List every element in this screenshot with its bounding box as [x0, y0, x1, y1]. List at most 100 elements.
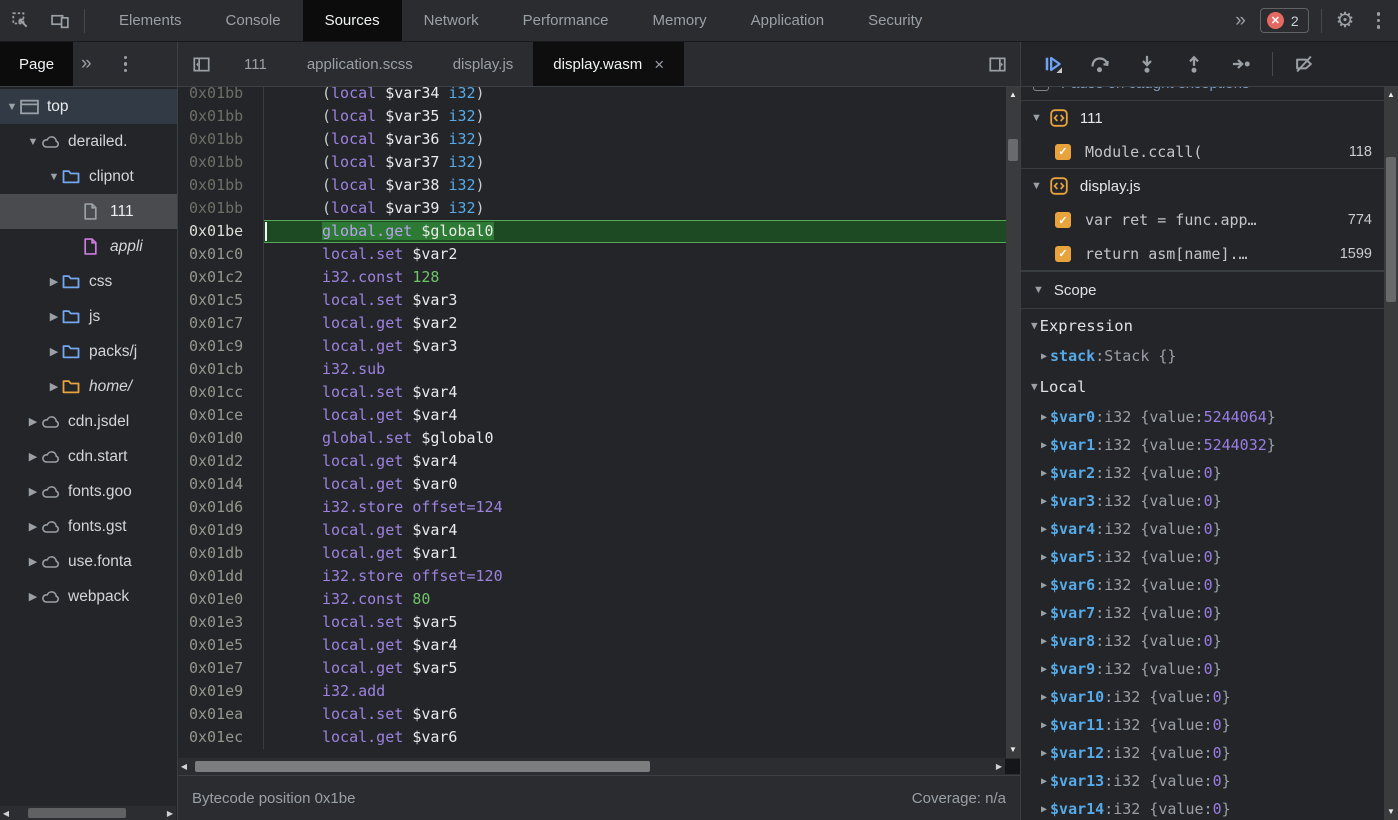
more-sidebar-tabs-icon[interactable]: »	[73, 53, 98, 75]
scope-variable-var11[interactable]: ▶$var11: i32 {value: 0}	[1021, 711, 1384, 739]
chevron-right-icon[interactable]: ▶	[1041, 608, 1047, 619]
scope-variable-var0[interactable]: ▶$var0: i32 {value: 5244064}	[1021, 403, 1384, 431]
chevron-down-icon[interactable]: ▼	[1031, 380, 1038, 393]
tree-item-css[interactable]: ▶css	[0, 264, 177, 299]
chevron-right-icon[interactable]: ▶	[1041, 720, 1047, 731]
hide-navigator-icon[interactable]	[178, 42, 224, 86]
step-into-button[interactable]	[1137, 54, 1157, 74]
code-line[interactable]: 0x01cclocal.set $var4	[178, 381, 1006, 404]
code-line[interactable]: 0x01d9local.get $var4	[178, 519, 1006, 542]
tab-network[interactable]: Network	[402, 0, 501, 41]
scrollbar-thumb[interactable]	[195, 761, 650, 772]
breakpoint-row[interactable]: ✓var ret = func.app…774	[1021, 203, 1384, 237]
code-line[interactable]: 0x01ealocal.set $var6	[178, 703, 1006, 726]
chevron-right-icon[interactable]: ▶	[25, 450, 41, 463]
panel-vertical-scrollbar[interactable]: ▲ ▼	[1384, 87, 1398, 820]
scope-variable-var8[interactable]: ▶$var8: i32 {value: 0}	[1021, 627, 1384, 655]
chevron-right-icon[interactable]: ▶	[25, 555, 41, 568]
code-line[interactable]: 0x01e7local.get $var5	[178, 657, 1006, 680]
tab-sources[interactable]: Sources	[303, 0, 402, 41]
scope-variable-var12[interactable]: ▶$var12: i32 {value: 0}	[1021, 739, 1384, 767]
scroll-right-icon[interactable]: ▶	[993, 762, 1005, 771]
deactivate-breakpoints-button[interactable]	[1294, 54, 1314, 74]
chevron-right-icon[interactable]: ▶	[25, 520, 41, 533]
code-line[interactable]: 0x01bb(local $var36 i32)	[178, 128, 1006, 151]
tab-performance[interactable]: Performance	[501, 0, 631, 41]
chevron-right-icon[interactable]: ▶	[46, 345, 62, 358]
chevron-right-icon[interactable]: ▶	[25, 590, 41, 603]
tree-item-fonts-goo[interactable]: ▶fonts.goo	[0, 474, 177, 509]
chevron-right-icon[interactable]: ▶	[1041, 468, 1047, 479]
tree-item-fonts-gst[interactable]: ▶fonts.gst	[0, 509, 177, 544]
code-line[interactable]: 0x01c7local.get $var2	[178, 312, 1006, 335]
resume-script-button[interactable]	[1043, 54, 1063, 74]
code-line[interactable]: 0x01d2local.get $var4	[178, 450, 1006, 473]
settings-gear-icon[interactable]: ⚙	[1326, 8, 1365, 33]
chevron-right-icon[interactable]: ▶	[1041, 748, 1047, 759]
tab-security[interactable]: Security	[846, 0, 944, 41]
tree-item-use-fonta[interactable]: ▶use.fonta	[0, 544, 177, 579]
code-line[interactable]: 0x01c9local.get $var3	[178, 335, 1006, 358]
code-line[interactable]: 0x01e9i32.add	[178, 680, 1006, 703]
tree-item-packs-j[interactable]: ▶packs/j	[0, 334, 177, 369]
code-line[interactable]: 0x01e3local.set $var5	[178, 611, 1006, 634]
code-line[interactable]: 0x01e0i32.const 80	[178, 588, 1006, 611]
chevron-down-icon[interactable]: ▼	[46, 171, 62, 183]
code-horizontal-scrollbar[interactable]: ◀ ▶	[178, 758, 1020, 775]
tree-item-js[interactable]: ▶js	[0, 299, 177, 334]
code-line[interactable]: 0x01d6i32.store offset=124	[178, 496, 1006, 519]
chevron-down-icon[interactable]: ▼	[4, 101, 20, 113]
step-out-button[interactable]	[1184, 54, 1204, 74]
scroll-left-icon[interactable]: ◀	[178, 762, 190, 771]
scope-variable-var7[interactable]: ▶$var7: i32 {value: 0}	[1021, 599, 1384, 627]
scope-variable-var13[interactable]: ▶$var13: i32 {value: 0}	[1021, 767, 1384, 795]
code-line[interactable]: 0x01d0global.set $global0	[178, 427, 1006, 450]
tab-console[interactable]: Console	[204, 0, 303, 41]
scope-section-expression[interactable]: ▼Expression	[1021, 309, 1384, 342]
chevron-right-icon[interactable]: ▶	[46, 380, 62, 393]
code-line[interactable]: 0x01ddi32.store offset=120	[178, 565, 1006, 588]
tree-item-clipnot[interactable]: ▼clipnot	[0, 159, 177, 194]
chevron-right-icon[interactable]: ▶	[1041, 664, 1047, 675]
chevron-right-icon[interactable]: ▶	[1041, 496, 1047, 507]
code-line[interactable]: 0x01bb(local $var39 i32)	[178, 197, 1006, 220]
chevron-right-icon[interactable]: ▶	[46, 275, 62, 288]
chevron-right-icon[interactable]: ▶	[1041, 580, 1047, 591]
tree-item-top[interactable]: ▼top	[0, 89, 177, 124]
breakpoint-checkbox[interactable]: ✓	[1055, 212, 1071, 228]
device-toolbar-icon[interactable]	[40, 0, 80, 41]
breakpoint-group-111[interactable]: ▼111	[1021, 101, 1384, 135]
more-options-icon[interactable]	[1365, 12, 1393, 29]
scope-variable-var6[interactable]: ▶$var6: i32 {value: 0}	[1021, 571, 1384, 599]
chevron-right-icon[interactable]: ▶	[1041, 552, 1047, 563]
scope-section-local[interactable]: ▼Local	[1021, 370, 1384, 403]
editor-tab-display-js[interactable]: display.js	[433, 42, 534, 86]
pause-exceptions-checkbox[interactable]	[1033, 87, 1049, 91]
tab-memory[interactable]: Memory	[631, 0, 729, 41]
scope-variable-var10[interactable]: ▶$var10: i32 {value: 0}	[1021, 683, 1384, 711]
code-line[interactable]: 0x01c5local.set $var3	[178, 289, 1006, 312]
breakpoint-group-display-js[interactable]: ▼display.js	[1021, 169, 1384, 203]
chevron-right-icon[interactable]: ▶	[1041, 776, 1047, 787]
code-line[interactable]: 0x01cbi32.sub	[178, 358, 1006, 381]
code-line[interactable]: 0x01e5local.get $var4	[178, 634, 1006, 657]
code-line[interactable]: 0x01bb(local $var38 i32)	[178, 174, 1006, 197]
tree-item-cdn-start[interactable]: ▶cdn.start	[0, 439, 177, 474]
chevron-right-icon[interactable]: ▶	[46, 310, 62, 323]
editor-tab-111[interactable]: 111	[224, 42, 287, 86]
chevron-down-icon[interactable]: ▼	[1031, 112, 1042, 124]
sidebar-horizontal-scrollbar[interactable]: ◀ ▶	[0, 806, 176, 820]
chevron-right-icon[interactable]: ▶	[1041, 804, 1047, 815]
editor-tab-application-scss[interactable]: application.scss	[287, 42, 433, 86]
inspect-element-icon[interactable]	[0, 0, 40, 41]
scope-variable-var9[interactable]: ▶$var9: i32 {value: 0}	[1021, 655, 1384, 683]
code-line[interactable]: 0x01bb(local $var34 i32)	[178, 87, 1006, 105]
chevron-right-icon[interactable]: ▶	[1041, 524, 1047, 535]
chevron-right-icon[interactable]: ▶	[1041, 692, 1047, 703]
chevron-right-icon[interactable]: ▶	[25, 415, 41, 428]
chevron-right-icon[interactable]: ▶	[25, 485, 41, 498]
breakpoint-checkbox[interactable]: ✓	[1055, 144, 1071, 160]
scroll-right-icon[interactable]: ▶	[164, 809, 176, 818]
code-line[interactable]: 0x01c0local.set $var2	[178, 243, 1006, 266]
tree-item-derailed[interactable]: ▼derailed.	[0, 124, 177, 159]
